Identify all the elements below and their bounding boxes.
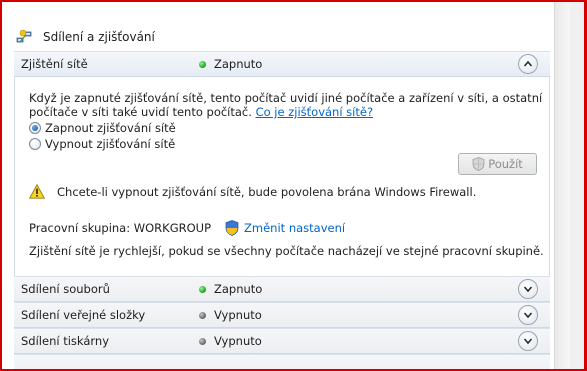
status-off-icon bbox=[199, 311, 206, 319]
expand-button[interactable] bbox=[518, 305, 538, 325]
apply-button[interactable]: Použít bbox=[458, 153, 537, 175]
status-on-icon bbox=[199, 60, 206, 68]
section-next-partial[interactable] bbox=[14, 354, 550, 371]
workgroup-hint: Zjištění sítě je rychlejší, pokud se vše… bbox=[29, 244, 544, 258]
section-network-discovery[interactable]: Zjištění sítě Zapnuto bbox=[14, 51, 550, 77]
status-text: Zapnuto bbox=[214, 282, 263, 296]
uac-shield-icon bbox=[472, 157, 485, 171]
radio-button-unselected[interactable] bbox=[29, 138, 41, 150]
warning-icon bbox=[29, 184, 45, 199]
page-title: Sdílení a zjišťování bbox=[43, 30, 155, 44]
status-text: Vypnuto bbox=[214, 334, 262, 348]
status-off-icon bbox=[199, 337, 206, 345]
status-indicator: Vypnuto bbox=[199, 334, 262, 348]
expand-button[interactable] bbox=[518, 331, 538, 351]
chevron-down-icon bbox=[523, 286, 533, 293]
radio-button-selected[interactable] bbox=[29, 122, 41, 134]
uac-shield-icon bbox=[225, 220, 239, 236]
status-on-icon bbox=[199, 285, 206, 293]
status-indicator: Vypnuto bbox=[199, 308, 262, 322]
apply-button-label: Použít bbox=[488, 157, 523, 171]
radio-label: Zapnout zjišťování sítě bbox=[45, 121, 176, 135]
workgroup-label: Pracovní skupina: WORKGROUP bbox=[29, 221, 212, 235]
vertical-scrollbar[interactable] bbox=[554, 0, 570, 371]
status-text: Zapnuto bbox=[214, 57, 263, 71]
status-text: Vypnuto bbox=[214, 308, 262, 322]
chevron-up-icon bbox=[523, 60, 533, 67]
section-header: Sdílení a zjišťování bbox=[16, 27, 155, 47]
chevron-down-icon bbox=[523, 338, 533, 345]
collapse-button[interactable] bbox=[518, 54, 538, 74]
network-icon bbox=[16, 29, 32, 45]
firewall-warning: Chcete-li vypnout zjišťování sítě, bude … bbox=[29, 184, 476, 199]
change-settings-link[interactable]: Změnit nastavení bbox=[244, 221, 345, 235]
expand-button[interactable] bbox=[518, 279, 538, 299]
radio-disable-discovery[interactable]: Vypnout zjišťování sítě bbox=[29, 137, 175, 151]
radio-enable-discovery[interactable]: Zapnout zjišťování sítě bbox=[29, 121, 176, 135]
warning-text: Chcete-li vypnout zjišťování sítě, bude … bbox=[57, 184, 477, 199]
radio-label: Vypnout zjišťování sítě bbox=[45, 137, 176, 151]
description-line-2: počítače v síti také uvidí tento počítač… bbox=[29, 105, 252, 119]
section-label: Sdílení tiskárny bbox=[21, 334, 110, 348]
status-indicator: Zapnuto bbox=[199, 282, 262, 296]
section-printer-sharing[interactable]: Sdílení tiskárny Vypnuto bbox=[14, 328, 550, 354]
section-label: Sdílení souborů bbox=[21, 282, 110, 296]
window-edge bbox=[570, 0, 584, 371]
help-link[interactable]: Co je zjišťování sítě? bbox=[256, 105, 373, 119]
description-line-1: Když je zapnuté zjišťování sítě, tento p… bbox=[29, 91, 543, 105]
section-label: Zjištění sítě bbox=[21, 57, 88, 71]
status-indicator: Zapnuto bbox=[199, 57, 262, 71]
section-label: Sdílení veřejné složky bbox=[21, 308, 146, 322]
description-line-2-container: počítače v síti také uvidí tento počítač… bbox=[29, 105, 373, 120]
workgroup-row: Pracovní skupina: WORKGROUP Změnit nasta… bbox=[29, 220, 345, 236]
chevron-down-icon bbox=[523, 312, 533, 319]
section-public-folder-sharing[interactable]: Sdílení veřejné složky Vypnuto bbox=[14, 302, 550, 328]
section-file-sharing[interactable]: Sdílení souborů Zapnuto bbox=[14, 276, 550, 302]
